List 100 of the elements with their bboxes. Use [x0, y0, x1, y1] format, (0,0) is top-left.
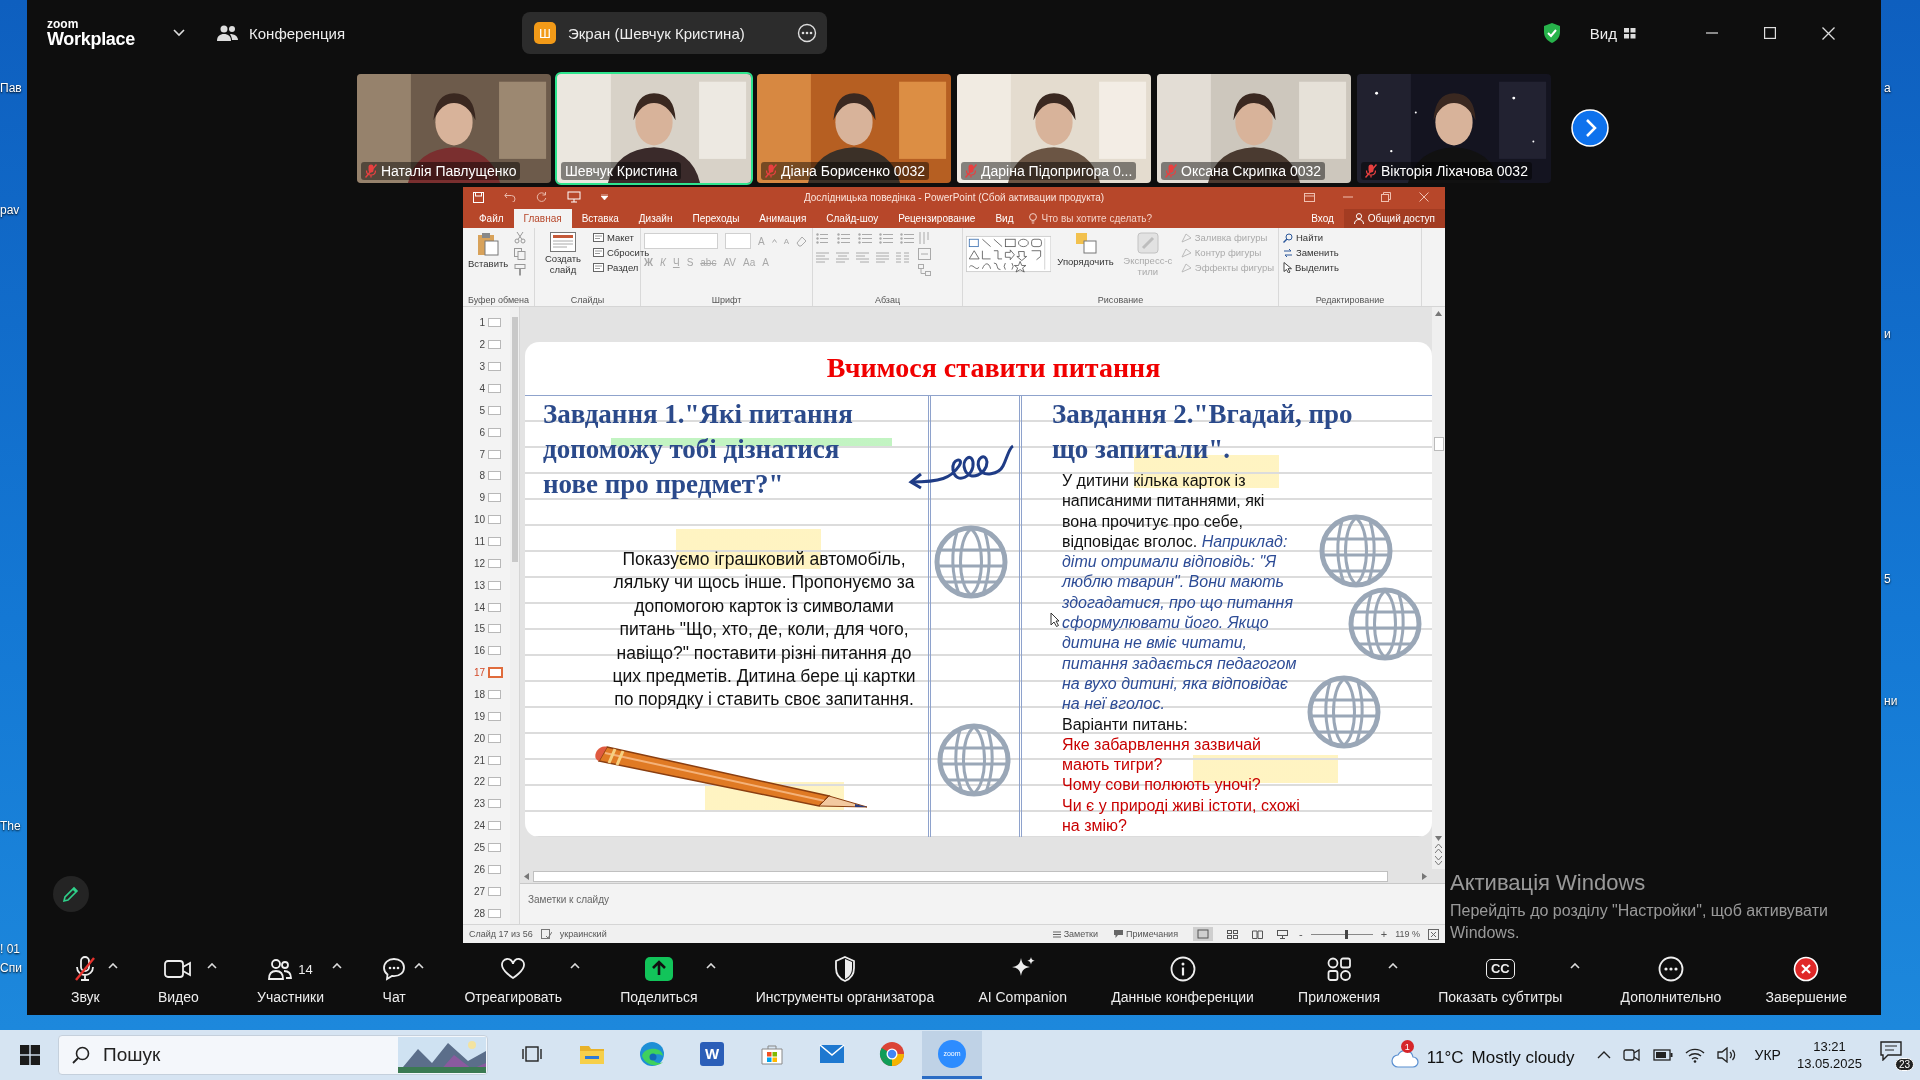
- ribbon-button[interactable]: Раздел: [592, 262, 640, 273]
- slide-thumbnail[interactable]: [488, 318, 501, 328]
- video-tile[interactable]: Вікторія Ліхачова 0032: [1355, 72, 1553, 185]
- slide-thumbnail[interactable]: [488, 427, 501, 437]
- presentation-icon[interactable]: [567, 191, 581, 203]
- slide-thumbnail[interactable]: [488, 558, 501, 568]
- close-icon[interactable]: [1822, 26, 1835, 40]
- eraser-icon[interactable]: [796, 235, 807, 247]
- slide-thumbnail[interactable]: [488, 537, 501, 546]
- scrollbar-thumb[interactable]: [1433, 437, 1444, 451]
- volume-icon[interactable]: [1716, 1047, 1737, 1063]
- reactions-button[interactable]: Отреагировать: [460, 953, 566, 1007]
- next-page-icon[interactable]: [1571, 109, 1609, 147]
- slide-thumbnail[interactable]: [488, 362, 501, 372]
- restore-icon[interactable]: [1381, 192, 1391, 202]
- slide-thumbnail[interactable]: [488, 646, 501, 656]
- annotate-button[interactable]: [53, 876, 89, 912]
- view-button[interactable]: Вид: [1583, 23, 1642, 43]
- slide-thumbnail[interactable]: [488, 602, 501, 612]
- caret-icon[interactable]: [1570, 963, 1581, 969]
- list-format-icon[interactable]: [816, 233, 830, 244]
- scrollbar-thumb[interactable]: [533, 870, 1388, 882]
- new-slide-button[interactable]: Создать слайд: [538, 231, 588, 277]
- apps-button[interactable]: Приложения: [1294, 953, 1384, 1007]
- audio-button[interactable]: Звук: [67, 953, 104, 1007]
- slide-sorter-icon[interactable]: [1227, 929, 1239, 939]
- notes-button[interactable]: Заметки: [1048, 929, 1103, 939]
- font-name-field[interactable]: [644, 233, 718, 249]
- weather-widget[interactable]: 1 11°C Mostly cloudy: [1390, 1038, 1575, 1072]
- align-text-icon[interactable]: [836, 252, 849, 263]
- slide-thumbnail[interactable]: [488, 799, 501, 809]
- language-indicator[interactable]: украинский: [559, 929, 607, 939]
- slide-thumbnail[interactable]: [488, 908, 501, 918]
- scroll-up-icon[interactable]: [1435, 311, 1442, 316]
- caret-icon[interactable]: [414, 963, 425, 969]
- video-tile[interactable]: Шевчук Кристина: [555, 72, 753, 185]
- end-meeting-button[interactable]: Завершение: [1761, 953, 1851, 1007]
- battery-icon[interactable]: [1652, 1049, 1673, 1061]
- scroll-down-icon[interactable]: [1435, 836, 1442, 841]
- ribbon-tab[interactable]: Файл: [469, 209, 514, 228]
- share-button[interactable]: Общий доступ: [1343, 209, 1445, 228]
- ai-companion-button[interactable]: AI Companion: [974, 953, 1072, 1007]
- ribbon-tab[interactable]: Вид: [985, 209, 1024, 228]
- windows-start-icon[interactable]: [20, 1045, 40, 1065]
- list-format-icon[interactable]: [837, 233, 851, 244]
- zoom-out-button[interactable]: -: [1299, 928, 1303, 940]
- tell-me-field[interactable]: Что вы хотите сделать?: [1023, 209, 1152, 228]
- scroll-left-icon[interactable]: [524, 872, 529, 880]
- slide-thumbnail[interactable]: [488, 340, 501, 350]
- ribbon-tab[interactable]: Главная: [513, 209, 572, 228]
- slide-thumbnail[interactable]: [488, 843, 501, 853]
- caret-icon[interactable]: [705, 963, 716, 969]
- list-format-icon[interactable]: [879, 233, 893, 244]
- slide-thumbnail[interactable]: [488, 886, 501, 896]
- video-button[interactable]: Видео: [153, 953, 203, 1007]
- ribbon-tab[interactable]: Рецензирование: [888, 209, 986, 228]
- zoom-percentage[interactable]: 119 %: [1395, 929, 1420, 939]
- dropdown-caret-icon[interactable]: [601, 194, 608, 200]
- share-screen-button[interactable]: Поделиться: [616, 953, 702, 1007]
- caret-icon[interactable]: [206, 963, 217, 969]
- comments-button[interactable]: Примечания: [1110, 929, 1183, 939]
- maximize-icon[interactable]: [1764, 27, 1776, 39]
- ribbon-button[interactable]: Найти: [1282, 232, 1325, 243]
- meeting-info-button[interactable]: Данные конференции: [1107, 953, 1258, 1007]
- scrollbar-thumb[interactable]: [511, 317, 518, 562]
- slide-thumbnail[interactable]: [488, 384, 501, 393]
- slide-thumbnail[interactable]: [488, 515, 501, 525]
- clock[interactable]: 13:21 13.05.2025: [1796, 1038, 1862, 1072]
- slide-thumbnail[interactable]: [488, 471, 501, 481]
- arrange-button[interactable]: Упорядочить: [1055, 231, 1116, 268]
- ribbon-tab[interactable]: Переходы: [682, 209, 750, 228]
- list-format-icon[interactable]: [900, 233, 914, 244]
- taskbar-app[interactable]: W: [682, 1031, 742, 1079]
- sign-in-link[interactable]: Вход: [1301, 209, 1344, 228]
- slide-thumbnail[interactable]: [488, 755, 501, 765]
- scroll-right-icon[interactable]: [1422, 872, 1427, 880]
- slide-thumbnail[interactable]: [488, 733, 501, 743]
- slide-thumbnail[interactable]: [488, 864, 501, 874]
- caret-icon[interactable]: [570, 963, 580, 969]
- align-text-icon[interactable]: [876, 252, 889, 263]
- text-direction-icon[interactable]: [918, 232, 931, 244]
- participants-button[interactable]: 14 Участники: [253, 953, 328, 1007]
- more-button[interactable]: Дополнительно: [1616, 953, 1726, 1007]
- copy-icon[interactable]: [514, 248, 527, 260]
- slide-thumbnail[interactable]: [488, 667, 503, 679]
- undo-icon[interactable]: [504, 192, 516, 202]
- font-size-field[interactable]: [725, 233, 751, 249]
- list-format-icon[interactable]: [858, 233, 872, 244]
- meet-now-icon[interactable]: [1622, 1047, 1641, 1063]
- screen-share-indicator[interactable]: Ш Экран (Шевчук Кристина): [522, 12, 827, 54]
- reading-view-icon[interactable]: [1252, 929, 1264, 939]
- slide-thumbnail[interactable]: [488, 449, 501, 459]
- slide-thumbnail[interactable]: [488, 405, 501, 415]
- slideshow-icon[interactable]: [1277, 929, 1289, 939]
- ribbon-button[interactable]: Макет: [592, 232, 635, 243]
- input-language[interactable]: УКР: [1754, 1047, 1781, 1063]
- format-painter-icon[interactable]: [514, 264, 527, 276]
- fit-to-window-icon[interactable]: [1428, 928, 1439, 940]
- wifi-icon[interactable]: [1684, 1047, 1705, 1063]
- save-icon[interactable]: [473, 191, 484, 203]
